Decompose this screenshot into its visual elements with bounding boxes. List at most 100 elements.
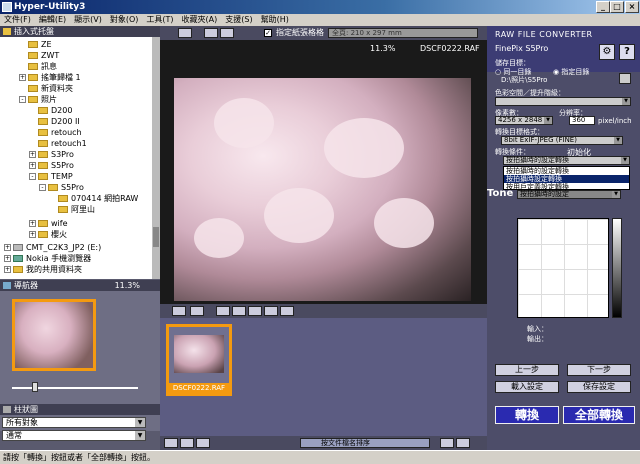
convert-all-button[interactable]: 全部轉換 <box>563 406 635 424</box>
pixels-select[interactable]: 4256 x 2848 ▼ <box>495 116 553 125</box>
menu-object[interactable]: 對象(O) <box>106 14 143 26</box>
tree-item[interactable]: retouch <box>38 127 82 138</box>
tree-item[interactable]: - 照片 <box>19 94 57 105</box>
expand-icon[interactable]: + <box>29 231 36 238</box>
tree-item[interactable]: 新資料夾 <box>28 83 73 94</box>
next-step-button[interactable]: 下一步 <box>567 364 631 376</box>
single-view-button[interactable] <box>178 28 192 38</box>
menu-support[interactable]: 支援(S) <box>221 14 256 26</box>
tree-item[interactable]: 訊息 <box>28 61 57 72</box>
grid-view-button[interactable] <box>204 28 218 38</box>
menu-tools[interactable]: 工具(T) <box>142 14 177 26</box>
prev-step-button[interactable]: 上一步 <box>495 364 559 376</box>
load-settings-button[interactable]: 載入設定 <box>495 381 559 393</box>
histogram-header: 柱狀圖 <box>0 404 160 415</box>
expand-icon[interactable]: + <box>29 162 36 169</box>
tree-item[interactable]: - TEMP <box>29 171 73 182</box>
dropdown-option[interactable]: 按拍攝時的設定轉換 <box>504 167 629 175</box>
tree-item[interactable]: ZE <box>28 39 52 50</box>
tree-scrollbar[interactable] <box>152 37 160 279</box>
first-icon[interactable] <box>164 438 178 448</box>
folder-icon <box>38 129 48 136</box>
minimize-button[interactable]: _ <box>596 1 610 13</box>
main-view: ✓ 指定紙張格格 全頁: 210 x 297 mm 11.3% DSCF0222… <box>160 26 487 450</box>
menu-file[interactable]: 文件(F) <box>0 14 35 26</box>
delete-icon[interactable] <box>264 306 278 316</box>
navigator-thumbnail[interactable] <box>12 299 96 371</box>
format-select[interactable]: 8bit ExIF-JPEG (FINE) ▼ <box>501 136 623 145</box>
tree-item[interactable]: + 搖筆歸檔 1 <box>19 72 81 83</box>
resolution-input[interactable]: 360 <box>569 116 595 125</box>
menu-favorites[interactable]: 收藏夾(A) <box>178 14 222 26</box>
tree-item[interactable]: - S5Pro <box>39 182 84 193</box>
sort-select[interactable]: 按文件檔名排序 <box>300 438 430 448</box>
object-filter-select[interactable]: 所有對象 ▼ <box>2 417 146 428</box>
paper-size-select[interactable]: 全頁: 210 x 297 mm <box>328 28 478 38</box>
rotate-cw-icon[interactable] <box>232 306 246 316</box>
expand-icon[interactable]: + <box>4 244 11 251</box>
thumbnail-card[interactable]: DSCF0222.RAF <box>166 324 232 396</box>
close-button[interactable]: × <box>625 1 639 13</box>
zoom-slider-knob[interactable] <box>32 382 38 392</box>
zoom-slider[interactable] <box>12 382 138 392</box>
color-space-select[interactable]: ▼ <box>495 97 631 106</box>
wrench-icon[interactable]: ⚙ <box>599 44 615 60</box>
tree-item[interactable]: + 我的共用資料夾 <box>4 264 82 275</box>
viewer-filename: DSCF0222.RAF <box>420 44 480 53</box>
rotate-right-icon[interactable] <box>190 306 204 316</box>
tree-item[interactable]: ZWT <box>28 50 59 61</box>
mode-select[interactable]: 通常 ▼ <box>2 430 146 441</box>
tone-gradient-bar <box>612 218 622 318</box>
expand-icon[interactable]: + <box>29 220 36 227</box>
radio-specified-dir[interactable]: ◉ 指定目錄 <box>553 67 589 77</box>
expand-icon[interactable]: + <box>19 74 26 81</box>
prev-icon[interactable] <box>180 438 194 448</box>
scroll-thumb[interactable] <box>153 227 159 247</box>
tree-item[interactable]: + S5Pro <box>29 160 74 171</box>
info-icon[interactable] <box>280 306 294 316</box>
save-settings-button[interactable]: 保存設定 <box>567 381 631 393</box>
collapse-icon[interactable]: - <box>29 173 36 180</box>
rotate-ccw-icon[interactable] <box>216 306 230 316</box>
menu-view[interactable]: 顯示(V) <box>70 14 106 26</box>
tree-item[interactable]: retouch1 <box>38 138 87 149</box>
save-icon[interactable] <box>619 73 631 84</box>
tree-item[interactable]: 阿里山 <box>58 204 95 215</box>
expand-icon[interactable]: + <box>4 255 11 262</box>
menu-help[interactable]: 幫助(H) <box>257 14 293 26</box>
size-small-icon[interactable] <box>440 438 454 448</box>
expand-icon[interactable]: + <box>4 266 11 273</box>
folder-icon <box>38 151 48 158</box>
maximize-button[interactable]: □ <box>610 1 624 13</box>
compare-view-button[interactable] <box>220 28 234 38</box>
dropdown-option[interactable]: 按拍攝時設定轉換 <box>504 175 629 183</box>
next-icon[interactable] <box>196 438 210 448</box>
tone-curve-graph[interactable] <box>517 218 609 318</box>
tree-item[interactable]: + wife <box>29 218 68 229</box>
tree-item[interactable]: + S3Pro <box>29 149 74 160</box>
size-large-icon[interactable] <box>456 438 470 448</box>
tree-item[interactable]: 070414 網拍RAW <box>58 193 138 204</box>
tone-select[interactable]: 按拍攝時的設定 ▼ <box>517 190 621 199</box>
tree-item[interactable]: + Nokia 手機瀏覽器 <box>4 253 91 264</box>
tree-item[interactable]: + CMT_C2K3_JP2 (E:) <box>4 242 101 253</box>
flip-icon[interactable] <box>248 306 262 316</box>
folder-icon <box>38 231 48 238</box>
folder-icon <box>3 28 11 35</box>
image-viewer[interactable]: 11.3% DSCF0222.RAF <box>160 40 487 322</box>
tree-item[interactable]: D200 II <box>38 116 80 127</box>
menu-edit[interactable]: 編輯(E) <box>35 14 70 26</box>
tree-item[interactable]: D200 <box>38 105 72 116</box>
tree-item[interactable]: + 櫻火 <box>29 229 67 240</box>
menu-bar: 文件(F) 編輯(E) 顯示(V) 對象(O) 工具(T) 收藏夾(A) 支援(… <box>0 14 640 26</box>
chevron-down-icon: ▼ <box>544 117 552 124</box>
fit-paper-checkbox[interactable]: ✓ <box>264 29 272 37</box>
help-icon[interactable]: ? <box>619 44 635 60</box>
rotate-left-icon[interactable] <box>172 306 186 316</box>
collapse-icon[interactable]: - <box>19 96 26 103</box>
conversion-select[interactable]: 按拍攝時的設定轉換 ▼ <box>503 156 630 165</box>
collapse-icon[interactable]: - <box>39 184 46 191</box>
convert-button[interactable]: 轉換 <box>495 406 559 424</box>
folder-icon <box>28 74 38 81</box>
expand-icon[interactable]: + <box>29 151 36 158</box>
